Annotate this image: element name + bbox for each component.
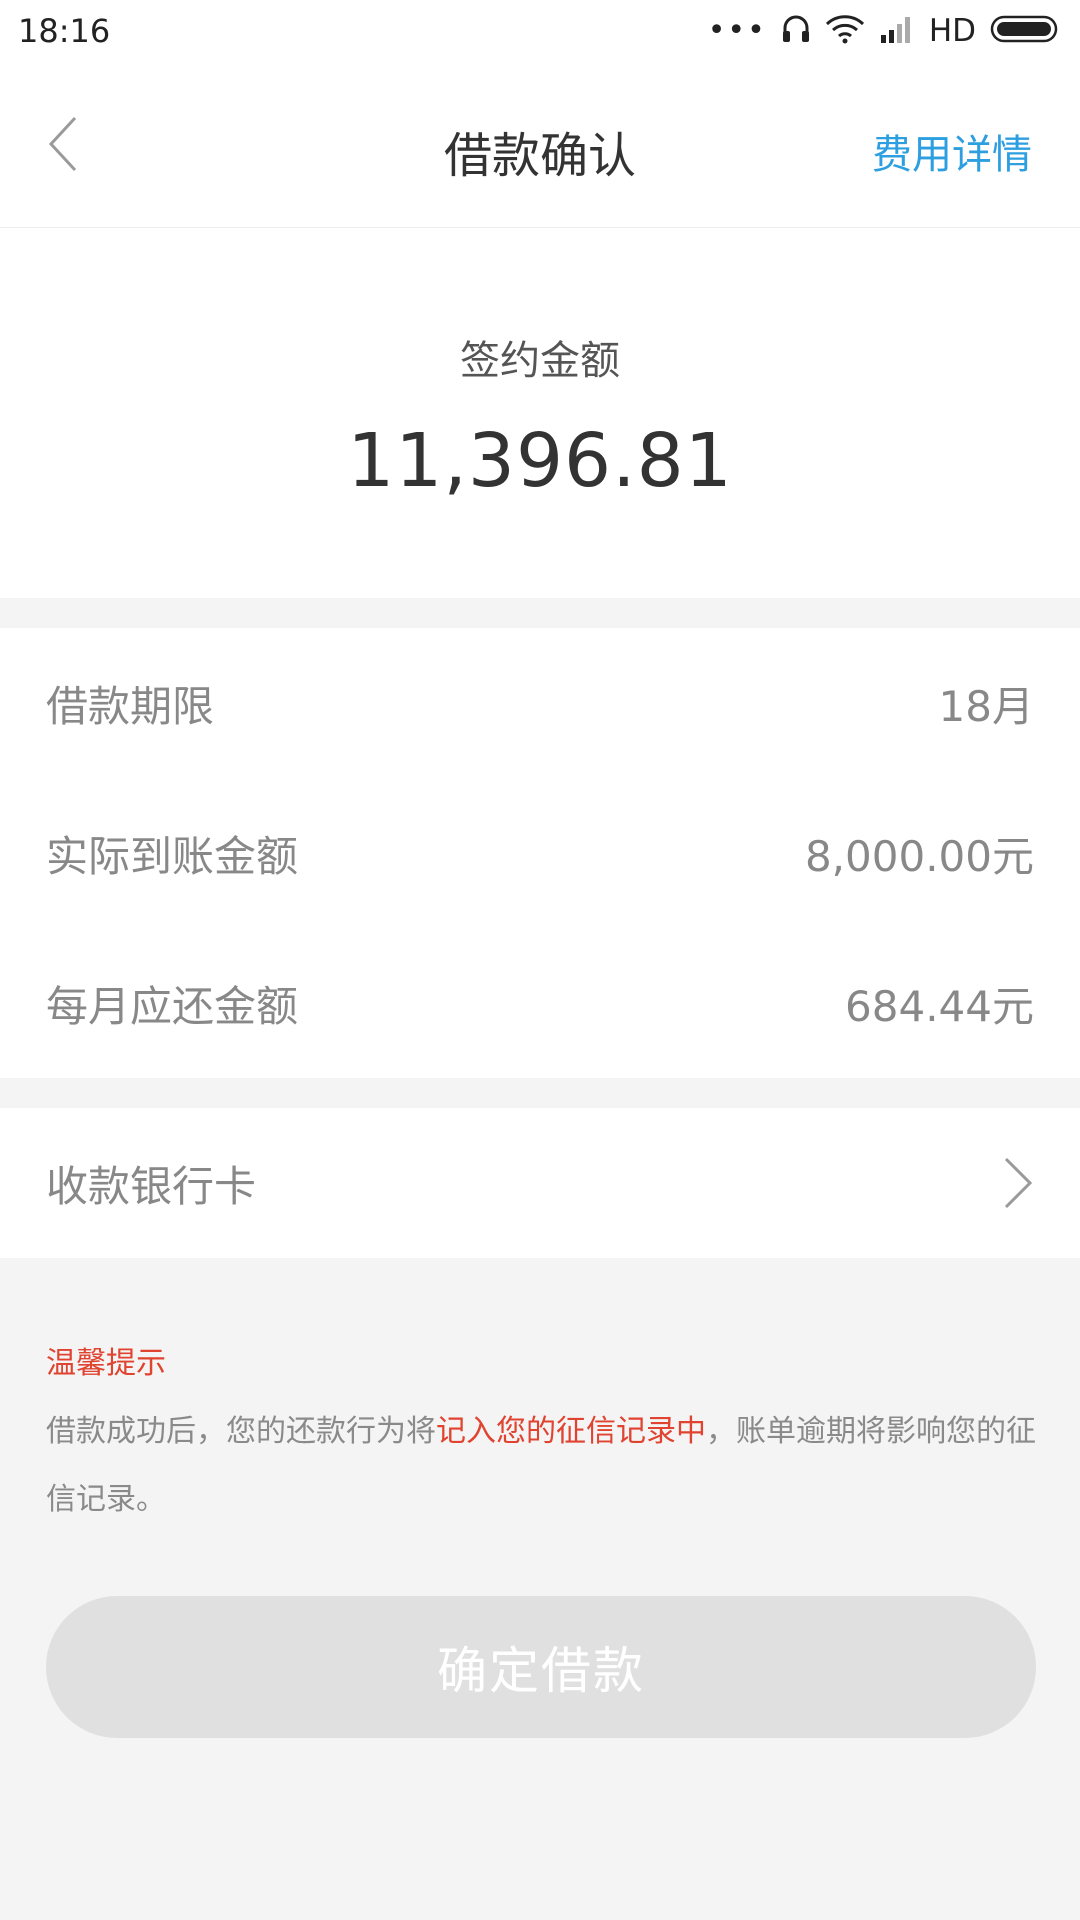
- nav-header: 借款确认 费用详情: [0, 62, 1080, 228]
- detail-label: 实际到账金额: [46, 831, 299, 881]
- detail-value: 684.44元: [845, 981, 1034, 1031]
- notice-text-highlight: 记入您的征信记录中: [436, 1414, 706, 1449]
- chevron-right-icon: [1004, 1157, 1033, 1209]
- headset-icon: [781, 13, 811, 49]
- detail-label: 借款期限: [46, 681, 215, 731]
- contract-amount-section: 签约金额 11,396.81: [0, 228, 1080, 598]
- network-label: HD: [928, 13, 976, 49]
- detail-label: 每月应还金额: [46, 981, 299, 1031]
- notice-text: 借款成功后，您的还款行为将记入您的征信记录中，账单逾期将影响您的征信记录。: [46, 1398, 1036, 1534]
- more-dots-icon: •••: [707, 13, 767, 48]
- notice-text-start: 借款成功后，您的还款行为将: [46, 1414, 436, 1449]
- bank-card-label: 收款银行卡: [46, 1161, 257, 1211]
- detail-value: 8,000.00元: [804, 831, 1034, 881]
- signal-icon: [879, 15, 915, 47]
- detail-value: 18月: [938, 681, 1034, 731]
- fee-details-link[interactable]: 费用详情: [872, 122, 1032, 180]
- contract-amount-value: 11,396.81: [347, 418, 733, 504]
- detail-row-monthly-payment: 每月应还金额 684.44元: [0, 928, 1080, 1078]
- wifi-icon: [825, 14, 865, 48]
- notice-title: 温馨提示: [46, 1346, 166, 1381]
- detail-row-term: 借款期限 18月: [0, 628, 1080, 778]
- battery-icon: [990, 14, 1062, 48]
- confirm-loan-button[interactable]: 确定借款: [46, 1596, 1036, 1738]
- status-icons: ••• HD: [708, 13, 1062, 49]
- loan-details-section: 借款期限 18月 实际到账金额 8,000.00元 每月应还金额 684.44元: [0, 628, 1080, 1078]
- contract-amount-label: 签约金额: [460, 338, 620, 384]
- loan-confirm-screen: 18:16 ••• HD 借款确认 费用详情 签约金额 11,396.81 借款…: [0, 0, 1080, 1920]
- status-time: 18:16: [18, 12, 111, 50]
- bank-card-row[interactable]: 收款银行卡: [0, 1108, 1080, 1258]
- status-bar: 18:16 ••• HD: [0, 0, 1080, 62]
- detail-row-received-amount: 实际到账金额 8,000.00元: [0, 778, 1080, 928]
